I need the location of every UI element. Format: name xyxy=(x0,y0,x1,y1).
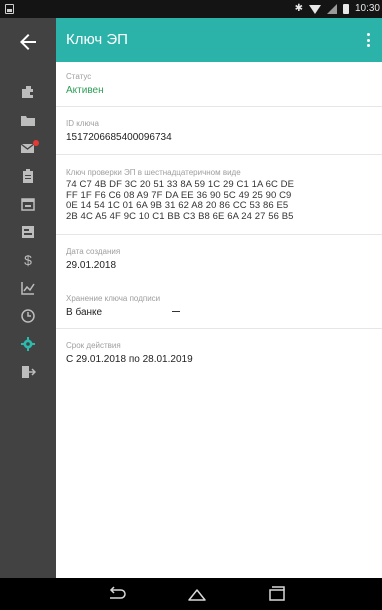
bluetooth-icon: ✱ xyxy=(294,3,303,14)
hex-line: 2B 4C A5 4F 9C 10 C1 BB C3 B8 6E 6A 24 2… xyxy=(66,210,294,222)
hex-line: 74 C7 4B DF 3C 20 51 33 8A 59 1C 29 C1 1… xyxy=(66,179,295,190)
verification-key-label: Ключ проверки ЭП в шестнадцатеричном вид… xyxy=(66,168,241,177)
notification-icon xyxy=(5,4,14,14)
mail-icon[interactable] xyxy=(18,138,39,158)
status-label: Статус xyxy=(66,72,92,81)
storage-label: Хранение ключа подписи xyxy=(66,294,161,303)
text-cursor xyxy=(172,311,180,312)
folder-icon[interactable] xyxy=(18,110,38,130)
dollar-icon[interactable]: $ xyxy=(18,250,38,270)
key-id-label: ID ключа xyxy=(66,119,99,128)
divider xyxy=(56,154,382,155)
battery-icon xyxy=(342,4,349,14)
wifi-icon xyxy=(308,4,321,14)
system-nav-bar xyxy=(0,578,382,610)
status-field: Статус Активен xyxy=(56,72,382,97)
key-id-field: ID ключа 1517206685400096734 xyxy=(56,119,382,144)
validity-field: Срок действия С 29.01.2018 по 28.01.2019 xyxy=(56,341,382,366)
created-field: Дата создания 29.01.2018 xyxy=(56,247,382,272)
wallet-icon[interactable] xyxy=(18,82,38,102)
validity-value: С 29.01.2018 по 28.01.2019 xyxy=(66,354,193,365)
signal-icon xyxy=(326,4,337,14)
nav-rail: $ xyxy=(0,18,56,578)
status-value: Активен xyxy=(66,85,104,96)
chart-icon[interactable] xyxy=(18,278,38,298)
divider xyxy=(56,106,382,107)
storage-value: В банке xyxy=(66,307,103,318)
clipboard-icon[interactable] xyxy=(18,166,38,186)
arrow-back-icon[interactable] xyxy=(16,30,40,54)
settings-icon[interactable] xyxy=(18,334,38,354)
created-label: Дата создания xyxy=(66,247,121,256)
verification-key-hex: 74 C7 4B DF 3C 20 51 33 8A 59 1C 29 C1 1… xyxy=(66,179,382,222)
divider xyxy=(56,328,382,329)
home-nav-icon[interactable] xyxy=(186,584,208,604)
more-vert-icon[interactable] xyxy=(362,30,374,50)
status-bar: ✱ 10:30 xyxy=(0,0,382,18)
unread-badge xyxy=(33,140,39,146)
status-icons: ✱ 10:30 xyxy=(295,2,380,16)
page-title: Ключ ЭП xyxy=(66,31,128,48)
key-details: Статус Активен ID ключа 1517206685400096… xyxy=(56,62,382,578)
clock: 10:30 xyxy=(354,3,380,14)
storage-field: Хранение ключа подписи В банке xyxy=(56,294,382,319)
calendar-icon[interactable] xyxy=(18,194,38,214)
divider xyxy=(56,234,382,235)
verification-key-field: Ключ проверки ЭП в шестнадцатеричном вид… xyxy=(56,168,382,222)
created-value: 29.01.2018 xyxy=(66,260,117,271)
currency-exchange-icon[interactable] xyxy=(18,306,38,326)
back-nav-icon[interactable] xyxy=(106,584,128,604)
key-id-value: 1517206685400096734 xyxy=(66,132,172,143)
hex-line: 0E 14 54 1C 01 6A 9B 31 62 A8 20 86 CC 5… xyxy=(66,200,289,211)
recents-nav-icon[interactable] xyxy=(266,584,288,604)
app-toolbar: Ключ ЭП xyxy=(56,18,382,62)
validity-label: Срок действия xyxy=(66,341,121,350)
document-list-icon[interactable] xyxy=(18,222,38,242)
logout-icon[interactable] xyxy=(18,362,38,382)
